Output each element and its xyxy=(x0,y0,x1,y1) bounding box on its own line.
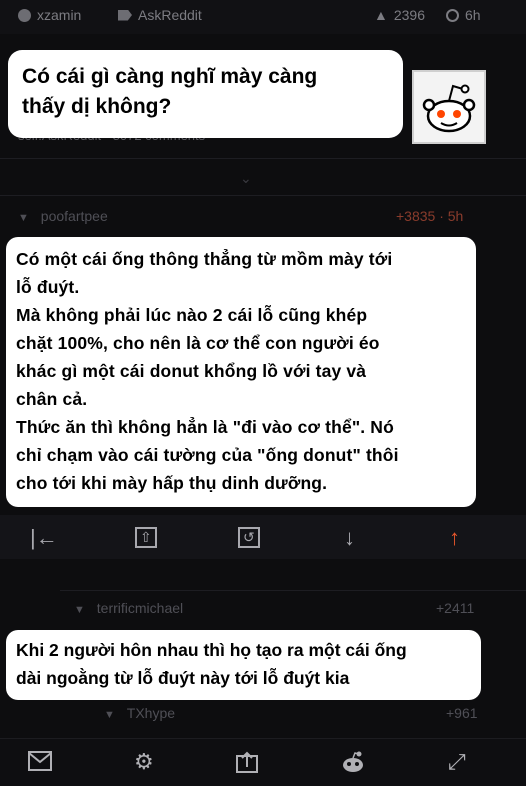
expand-fullscreen-icon[interactable]: ⤢ xyxy=(448,749,466,775)
comment-line: chặt 100%, cho nên là cơ thể con người é… xyxy=(16,333,380,353)
collapse-triangle-icon: ▼ xyxy=(74,604,85,616)
comment-line: Mà không phải lúc nào 2 cái lỗ cũng khép xyxy=(16,305,368,325)
expand-chevron-icon[interactable]: ⌄ xyxy=(240,170,256,186)
comment-line: Khi 2 người hôn nhau thì họ tạo ra một c… xyxy=(16,640,407,660)
post-meta-bar: xzamin AskReddit ▲ 2396 6h xyxy=(0,0,526,34)
tag-icon xyxy=(118,9,132,21)
post-age-value: 6h xyxy=(465,7,481,23)
comment-score: +3835 · 5h xyxy=(396,208,464,224)
inbox-icon[interactable] xyxy=(28,751,52,777)
comment-score: +961 xyxy=(446,705,478,721)
share-post-icon[interactable] xyxy=(236,751,258,779)
post-score: ▲ 2396 xyxy=(374,7,425,23)
comment-author: TXhype xyxy=(126,705,176,721)
comment-line: chỉ chạm vào cái tường của "ống donut" t… xyxy=(16,445,399,465)
post-title-line: Có cái gì càng nghĩ mày càng xyxy=(22,65,318,88)
comment-line: Có một cái ống thông thẳng từ mồm mày tớ… xyxy=(16,249,393,269)
subreddit-link[interactable]: AskReddit xyxy=(118,7,202,23)
comment-line: lỗ đuýt. xyxy=(16,277,80,297)
author-name: xzamin xyxy=(37,7,82,23)
comment-author: terrificmichael xyxy=(96,600,184,616)
author-link[interactable]: xzamin xyxy=(18,7,81,23)
divider xyxy=(60,590,526,591)
comment-line: dài ngoằng từ lỗ đuýt này tới lỗ đuýt ki… xyxy=(16,668,350,688)
upvote-icon[interactable]: ↑ xyxy=(449,525,460,551)
comment-line: Thức ăn thì không hẳn là "đi vào cơ thể"… xyxy=(16,417,394,437)
user-icon xyxy=(18,8,31,22)
post-age: 6h xyxy=(446,7,481,23)
comment-author-row[interactable]: ▼ TXhype xyxy=(104,705,175,721)
comment-body: Có một cái ống thông thẳng từ mồm mày tớ… xyxy=(6,237,476,507)
collapse-triangle-icon: ▼ xyxy=(18,212,29,224)
comment-line: khác gì một cái donut khổng lồ với tay v… xyxy=(16,361,367,381)
post-title[interactable]: Có cái gì càng nghĩ mày càng thấy dị khô… xyxy=(8,50,403,138)
clock-icon xyxy=(446,8,459,22)
divider xyxy=(0,195,526,196)
share-icon[interactable]: ⇧ xyxy=(135,527,157,548)
post-title-line: thấy dị không? xyxy=(22,95,172,118)
divider xyxy=(0,158,526,159)
comment-line: chân cả. xyxy=(16,389,88,409)
comment-action-bar: |← ⇧ ↺ ↓ ↑ xyxy=(0,515,526,559)
subreddit-name: AskReddit xyxy=(138,7,202,23)
comment-author: poofartpee xyxy=(40,208,108,224)
upvote-arrow-icon: ▲ xyxy=(374,7,388,23)
comment-score: +2411 xyxy=(436,600,475,616)
reddit-alien-icon[interactable] xyxy=(340,749,366,781)
comment-author-row[interactable]: ▼ poofartpee xyxy=(18,208,108,224)
collapse-thread-icon[interactable]: |← xyxy=(30,525,58,551)
reddit-thumbnail[interactable] xyxy=(412,70,486,144)
reply-icon[interactable]: ↺ xyxy=(238,527,260,548)
reddit-alien-icon xyxy=(422,84,476,133)
settings-gear-icon[interactable]: ⚙ xyxy=(134,749,154,775)
bottom-toolbar: ⚙ ⤢ xyxy=(0,738,526,786)
collapse-triangle-icon: ▼ xyxy=(104,709,115,721)
post-score-value: 2396 xyxy=(393,7,426,23)
comment-body: Khi 2 người hôn nhau thì họ tạo ra một c… xyxy=(6,630,481,700)
comment-line: cho tới khi mày hấp thụ dinh dưỡng. xyxy=(16,473,328,493)
comment-author-row[interactable]: ▼ terrificmichael xyxy=(74,600,183,616)
downvote-icon[interactable]: ↓ xyxy=(344,525,355,551)
